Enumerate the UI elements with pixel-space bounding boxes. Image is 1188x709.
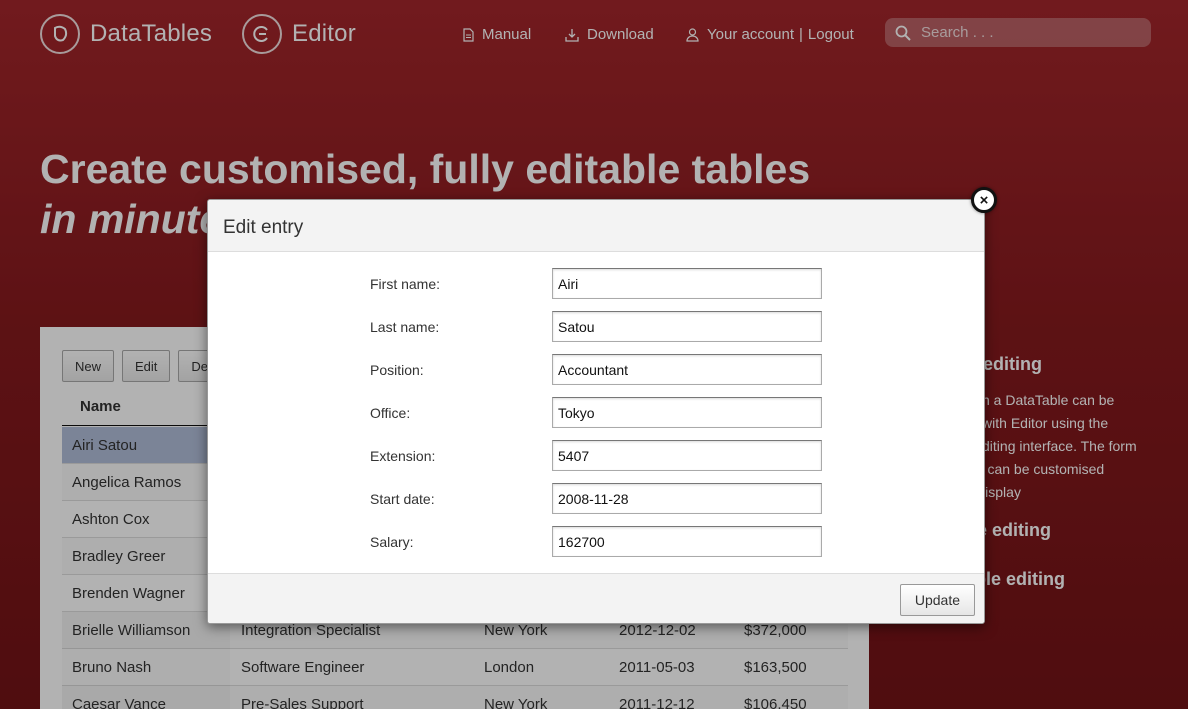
field-position: Position: (370, 354, 822, 385)
salary-input[interactable] (552, 526, 822, 557)
edit-entry-dialog: Edit entry First name: Last name: Positi… (207, 199, 985, 624)
field-start-date: Start date: (370, 483, 822, 514)
field-office: Office: (370, 397, 822, 428)
salary-label: Salary: (370, 534, 414, 550)
dialog-footer: Update (208, 573, 984, 623)
dialog-header: Edit entry (208, 200, 984, 252)
dialog-title: Edit entry (223, 217, 304, 238)
position-input[interactable] (552, 354, 822, 385)
start-date-label: Start date: (370, 491, 435, 507)
field-extension: Extension: (370, 440, 822, 471)
first-name-input[interactable] (552, 268, 822, 299)
position-label: Position: (370, 362, 424, 378)
first-name-label: First name: (370, 276, 441, 292)
last-name-input[interactable] (552, 311, 822, 342)
extension-input[interactable] (552, 440, 822, 471)
office-input[interactable] (552, 397, 822, 428)
update-button[interactable]: Update (899, 584, 975, 616)
field-first-name: First name: (370, 268, 822, 299)
start-date-input[interactable] (552, 483, 822, 514)
field-last-name: Last name: (370, 311, 822, 342)
extension-label: Extension: (370, 448, 436, 464)
field-salary: Salary: (370, 526, 822, 557)
close-icon[interactable]: × (971, 187, 997, 213)
last-name-label: Last name: (370, 319, 440, 335)
office-label: Office: (370, 405, 411, 421)
